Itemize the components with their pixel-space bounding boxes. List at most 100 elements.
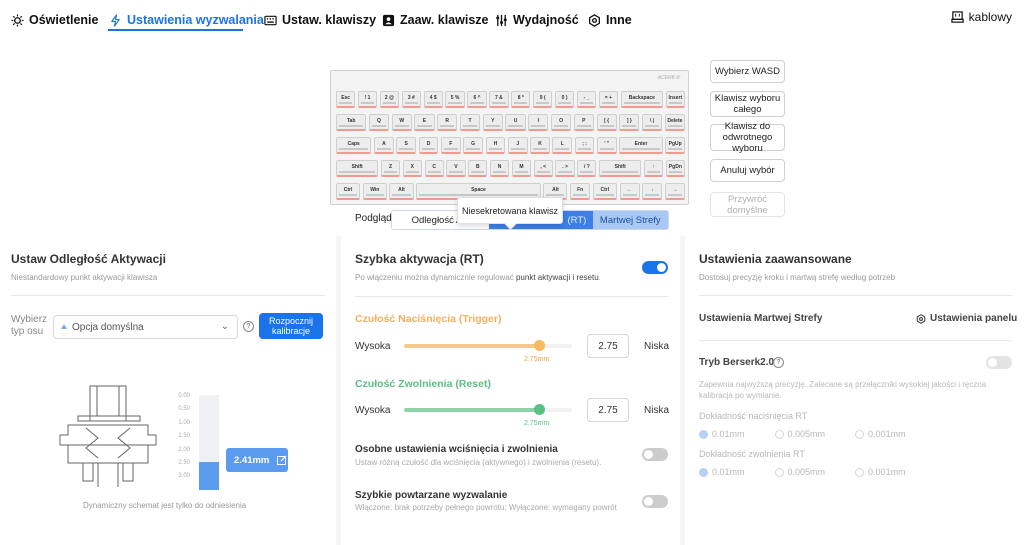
key-2-1[interactable]: A — [374, 137, 394, 154]
key-4-9[interactable]: → — [664, 183, 685, 200]
key-1-7[interactable]: U — [505, 114, 526, 131]
tab-advanced-keys[interactable]: Zaaw. klawisze — [382, 10, 488, 30]
key-3-12[interactable]: ↑ — [643, 160, 664, 177]
key-4-6[interactable]: Ctrl — [592, 183, 617, 200]
key-1-1[interactable]: Q — [368, 114, 389, 131]
key-4-7[interactable]: ← — [619, 183, 640, 200]
key-4-0[interactable]: Ctrl — [336, 183, 361, 200]
key-1-4[interactable]: R — [437, 114, 458, 131]
key-0-11[interactable]: - _ — [576, 91, 597, 108]
key-3-7[interactable]: M — [511, 160, 532, 177]
key-3-6[interactable]: N — [489, 160, 510, 177]
key-4-5[interactable]: Fn — [570, 183, 591, 200]
key-1-10[interactable]: P — [573, 114, 594, 131]
key-0-7[interactable]: 7 & — [489, 91, 509, 108]
press-option-0005[interactable]: 0.005mm — [774, 429, 825, 439]
cancel-selection-button[interactable]: Anuluj wybór — [710, 159, 785, 182]
key-0-5[interactable]: 5 % — [445, 91, 465, 108]
select-inverse-button[interactable]: Klawisz do odwrotnego wyboru — [710, 121, 785, 154]
key-0-6[interactable]: 6 ^ — [467, 91, 487, 108]
key-1-5[interactable]: T — [459, 114, 481, 131]
key-2-10[interactable]: ; : — [574, 137, 595, 154]
key-1-13[interactable]: \ | — [642, 114, 663, 131]
key-2-6[interactable]: H — [485, 137, 506, 154]
key-1-9[interactable]: O — [550, 114, 572, 131]
trigger-slider-handle[interactable] — [534, 340, 545, 351]
help-icon[interactable]: ? — [773, 357, 784, 368]
key-4-2[interactable]: Alt — [389, 183, 414, 200]
key-1-6[interactable]: Y — [482, 114, 503, 131]
key-0-9[interactable]: 9 ( — [533, 91, 553, 108]
key-3-5[interactable]: B — [468, 160, 488, 177]
key-2-9[interactable]: L — [552, 137, 573, 154]
select-all-button[interactable]: Klawisz wyboru całego — [710, 91, 785, 117]
axis-type-select[interactable]: Opcja domyślna ⌄ — [53, 315, 238, 339]
key-3-9[interactable]: . > — [555, 160, 575, 177]
trigger-value-input[interactable]: 2.75 — [587, 334, 629, 358]
key-2-2[interactable]: S — [396, 137, 417, 154]
key-3-11[interactable]: Shift — [599, 160, 642, 177]
key-3-1[interactable]: Z — [380, 160, 401, 177]
key-0-8[interactable]: 8 * — [511, 91, 531, 108]
reset-value-input[interactable]: 2.75 — [587, 398, 629, 422]
tab-trigger-settings[interactable]: Ustawienia wyzwalania — [109, 10, 264, 30]
separate-settings-toggle[interactable] — [642, 448, 668, 461]
key-4-8[interactable]: ↓ — [642, 183, 663, 200]
panel-settings-link[interactable]: Ustawienia panelu — [916, 313, 1017, 324]
key-1-11[interactable]: [ { — [596, 114, 617, 131]
key-0-4[interactable]: 4 $ — [423, 91, 443, 108]
berserk-toggle[interactable] — [986, 356, 1012, 369]
tab-key-settings[interactable]: Ustaw. klawiszy — [264, 10, 376, 30]
start-calibration-button[interactable]: Rozpocznij kalibracje — [259, 313, 323, 339]
key-3-2[interactable]: X — [402, 160, 422, 177]
help-icon[interactable]: ? — [243, 321, 254, 332]
key-0-1[interactable]: ! 1 — [357, 91, 378, 108]
key-2-8[interactable]: K — [530, 137, 550, 154]
key-0-0[interactable]: Esc — [336, 91, 356, 108]
repeat-trigger-toggle[interactable] — [642, 495, 668, 508]
key-3-10[interactable]: / ? — [577, 160, 597, 177]
select-wasd-button[interactable]: Wybierz WASD — [710, 60, 785, 83]
key-3-13[interactable]: PgDn — [665, 160, 685, 177]
press-option-0001[interactable]: 0.001mm — [855, 429, 906, 439]
tab-deadzone[interactable]: Martwej Strefy — [592, 211, 668, 229]
key-2-13[interactable]: PgUp — [665, 137, 685, 154]
key-0-3[interactable]: 3 # — [401, 91, 421, 108]
key-0-10[interactable]: 0 ) — [554, 91, 575, 108]
activation-value-tag[interactable]: 2.41mm — [226, 448, 288, 472]
key-3-4[interactable]: V — [446, 160, 466, 177]
key-1-3[interactable]: E — [414, 114, 435, 131]
tab-other[interactable]: Inne — [588, 10, 632, 30]
restore-defaults-button[interactable]: Przywróć domyślne — [710, 192, 785, 217]
key-3-0[interactable]: Shift — [336, 160, 379, 177]
key-2-7[interactable]: J — [507, 137, 528, 154]
release-option-001[interactable]: 0.01mm — [699, 467, 745, 477]
key-2-3[interactable]: D — [418, 137, 439, 154]
key-1-0[interactable]: Tab — [336, 114, 367, 131]
key-0-14[interactable]: Insert — [665, 91, 685, 108]
key-2-5[interactable]: G — [463, 137, 483, 154]
key-indicator — [485, 125, 500, 127]
key-1-14[interactable]: Delete — [664, 114, 685, 131]
key-1-2[interactable]: W — [391, 114, 412, 131]
key-3-8[interactable]: , < — [533, 160, 553, 177]
tab-performance[interactable]: Wydajność — [495, 10, 579, 30]
key-3-3[interactable]: C — [424, 160, 444, 177]
release-option-0005[interactable]: 0.005mm — [774, 467, 825, 477]
key-2-4[interactable]: F — [440, 137, 461, 154]
reset-slider-handle[interactable] — [534, 404, 545, 415]
key-2-0[interactable]: Caps — [336, 137, 372, 154]
key-0-12[interactable]: = + — [598, 91, 619, 108]
rt-toggle[interactable] — [642, 261, 668, 274]
key-2-11[interactable]: ' " — [597, 137, 617, 154]
key-0-2[interactable]: 2 @ — [379, 91, 400, 108]
tab-lighting[interactable]: Oświetlenie — [11, 10, 98, 30]
scale-label: 1.50 — [178, 433, 190, 440]
key-2-12[interactable]: Enter — [619, 137, 663, 154]
press-option-001[interactable]: 0.01mm — [699, 429, 745, 439]
key-0-13[interactable]: Backspace — [620, 91, 664, 108]
key-4-1[interactable]: Win — [362, 183, 387, 200]
key-1-8[interactable]: I — [528, 114, 549, 131]
release-option-0001[interactable]: 0.001mm — [855, 467, 906, 477]
key-1-12[interactable]: ] } — [619, 114, 640, 131]
